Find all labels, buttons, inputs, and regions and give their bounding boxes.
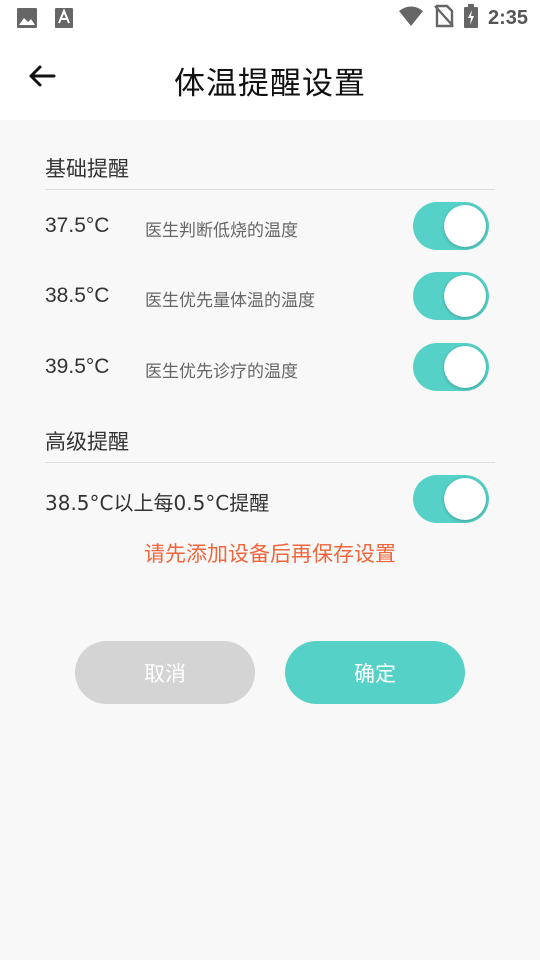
add-device-warning: 请先添加设备后再保存设置 xyxy=(144,542,396,566)
reminder-toggle[interactable] xyxy=(413,343,489,391)
reminder-toggle[interactable] xyxy=(413,202,489,250)
advanced-reminder-label: 38.5°C以上每0.5°C提醒 xyxy=(45,491,270,515)
battery-charging-icon xyxy=(463,4,478,32)
advanced-reminder-row: 38.5°C以上每0.5°C提醒 xyxy=(45,475,495,523)
reminder-temp: 39.5°C xyxy=(45,355,110,378)
wifi-icon xyxy=(398,5,424,31)
basic-reminder-row: 38.5°C 医生优先量体温的温度 xyxy=(45,272,495,320)
image-icon xyxy=(16,7,38,33)
page-title: 体温提醒设置 xyxy=(174,66,366,102)
toggle-knob xyxy=(444,275,486,317)
divider xyxy=(45,462,495,463)
reminder-toggle[interactable] xyxy=(413,272,489,320)
cancel-button[interactable]: 取消 xyxy=(75,641,255,704)
toggle-knob xyxy=(444,478,486,520)
text-a-icon xyxy=(54,7,74,33)
basic-reminder-row: 37.5°C 医生判断低烧的温度 xyxy=(45,202,495,250)
app-bar: 体温提醒设置 xyxy=(0,36,540,120)
confirm-button[interactable]: 确定 xyxy=(285,641,465,704)
toggle-knob xyxy=(444,205,486,247)
basic-reminder-row: 39.5°C 医生优先诊疗的温度 xyxy=(45,343,495,391)
advanced-section-title: 高级提醒 xyxy=(45,430,129,454)
divider xyxy=(45,189,495,190)
toggle-knob xyxy=(444,346,486,388)
status-time: 2:35 xyxy=(487,6,528,29)
basic-section-title: 基础提醒 xyxy=(45,157,129,181)
status-bar: 2:35 xyxy=(0,0,540,36)
reminder-desc: 医生优先诊疗的温度 xyxy=(145,362,298,382)
no-sim-icon xyxy=(434,4,454,32)
reminder-desc: 医生优先量体温的温度 xyxy=(145,291,315,311)
advanced-reminder-toggle[interactable] xyxy=(413,475,489,523)
reminder-desc: 医生判断低烧的温度 xyxy=(145,221,298,241)
reminder-temp: 38.5°C xyxy=(45,284,110,307)
reminder-temp: 37.5°C xyxy=(45,214,110,237)
